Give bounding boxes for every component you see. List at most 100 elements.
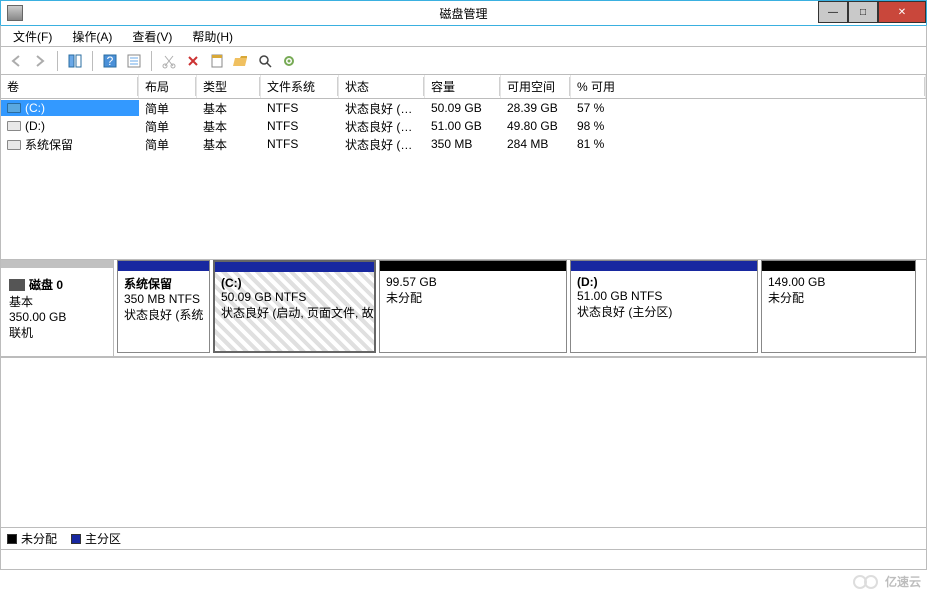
volume-percent: 57 % — [571, 100, 926, 116]
partition-size: 51.00 GB NTFS — [577, 289, 751, 303]
menu-file[interactable]: 文件(F) — [5, 26, 60, 47]
toolbar-separator — [57, 51, 58, 71]
help-button[interactable]: ? — [99, 50, 121, 72]
menu-view[interactable]: 查看(V) — [124, 26, 180, 47]
partition-block[interactable]: 99.57 GB未分配 — [379, 260, 567, 353]
col-type[interactable]: 类型 — [197, 75, 261, 98]
partition-status: 状态良好 (系统 — [124, 306, 203, 323]
volume-list-header: 卷 布局 类型 文件系统 状态 容量 可用空间 % 可用 — [1, 75, 926, 99]
partition-block[interactable]: 149.00 GB未分配 — [761, 260, 916, 353]
menu-action[interactable]: 操作(A) — [64, 26, 120, 47]
toolbar-separator — [92, 51, 93, 71]
legend-unallocated: 未分配 — [7, 530, 57, 547]
legend-primary-label: 主分区 — [85, 530, 121, 547]
volume-list-body[interactable]: (C:)简单基本NTFS状态良好 (…50.09 GB28.39 GB57 %(… — [1, 99, 926, 259]
volume-row[interactable]: 系统保留简单基本NTFS状态良好 (…350 MB284 MB81 % — [1, 135, 926, 153]
props-button[interactable] — [206, 50, 228, 72]
minimize-button[interactable]: — — [818, 1, 848, 23]
disk-state: 联机 — [9, 324, 105, 341]
legend-primary: 主分区 — [71, 530, 121, 547]
partition-status: 未分配 — [386, 289, 560, 306]
drive-icon — [7, 121, 21, 131]
volume-type: 基本 — [197, 117, 261, 136]
volume-row[interactable]: (C:)简单基本NTFS状态良好 (…50.09 GB28.39 GB57 % — [1, 99, 926, 117]
disk-row: 磁盘 0 基本 350.00 GB 联机 系统保留350 MB NTFS状态良好… — [1, 260, 926, 357]
list-icon — [126, 53, 142, 69]
disk-size: 350.00 GB — [9, 310, 105, 324]
volume-capacity: 350 MB — [425, 136, 501, 152]
settings-button[interactable] — [278, 50, 300, 72]
find-button[interactable] — [254, 50, 276, 72]
volume-free: 284 MB — [501, 136, 571, 152]
partition-block[interactable]: 系统保留350 MB NTFS状态良好 (系统 — [117, 260, 210, 353]
swatch-blue-icon — [71, 534, 81, 544]
partition-label: 系统保留 — [124, 275, 203, 292]
view-toggle-button[interactable] — [64, 50, 86, 72]
col-percent[interactable]: % 可用 — [571, 75, 926, 98]
cut-button — [158, 50, 180, 72]
volume-name: (C:) — [25, 101, 45, 115]
disk-type: 基本 — [9, 293, 105, 310]
col-filesystem[interactable]: 文件系统 — [261, 75, 339, 98]
volume-percent: 98 % — [571, 118, 926, 134]
partition-color-bar — [215, 262, 374, 272]
volume-free: 28.39 GB — [501, 100, 571, 116]
partition-size: 50.09 GB NTFS — [221, 290, 368, 304]
arrow-left-icon — [8, 53, 24, 69]
toolbar: ? — [0, 47, 927, 75]
partition-label: (C:) — [221, 276, 368, 290]
partition-color-bar — [571, 261, 757, 271]
open-button[interactable] — [230, 50, 252, 72]
partition-label: (D:) — [577, 275, 751, 289]
panes-icon — [67, 53, 83, 69]
drive-icon — [7, 140, 21, 150]
swatch-black-icon — [7, 534, 17, 544]
col-volume[interactable]: 卷 — [1, 75, 139, 98]
volume-layout: 简单 — [139, 117, 197, 136]
legend-unallocated-label: 未分配 — [21, 530, 57, 547]
partition-block[interactable]: (C:)50.09 GB NTFS状态良好 (启动, 页面文件, 故 — [213, 260, 376, 353]
gear-icon — [281, 53, 297, 69]
window-controls: — □ ✕ — [818, 1, 926, 23]
col-layout[interactable]: 布局 — [139, 75, 197, 98]
volume-row[interactable]: (D:)简单基本NTFS状态良好 (…51.00 GB49.80 GB98 % — [1, 117, 926, 135]
partition-block[interactable]: (D:)51.00 GB NTFS状态良好 (主分区) — [570, 260, 758, 353]
legend-bar: 未分配 主分区 — [0, 528, 927, 550]
drive-icon — [7, 103, 21, 113]
properties-button[interactable] — [123, 50, 145, 72]
maximize-button[interactable]: □ — [848, 1, 878, 23]
forward-button — [29, 50, 51, 72]
watermark: 亿速云 — [851, 572, 921, 590]
volume-type: 基本 — [197, 135, 261, 154]
menu-help[interactable]: 帮助(H) — [184, 26, 241, 47]
volume-capacity: 50.09 GB — [425, 100, 501, 116]
disk-partitions: 系统保留350 MB NTFS状态良好 (系统(C:)50.09 GB NTFS… — [114, 260, 926, 356]
delete-button[interactable] — [182, 50, 204, 72]
col-free[interactable]: 可用空间 — [501, 75, 571, 98]
partition-size: 149.00 GB — [768, 275, 909, 289]
partition-size: 99.57 GB — [386, 275, 560, 289]
volume-filesystem: NTFS — [261, 136, 339, 152]
sheet-icon — [209, 53, 225, 69]
volume-layout: 简单 — [139, 99, 197, 118]
disk-label[interactable]: 磁盘 0 基本 350.00 GB 联机 — [1, 260, 114, 356]
volume-capacity: 51.00 GB — [425, 118, 501, 134]
watermark-text: 亿速云 — [885, 573, 921, 590]
close-button[interactable]: ✕ — [878, 1, 926, 23]
title-bar: 磁盘管理 — □ ✕ — [0, 0, 927, 25]
partition-color-bar — [380, 261, 566, 271]
folder-open-icon — [233, 53, 249, 69]
partition-status: 状态良好 (主分区) — [577, 303, 751, 320]
col-status[interactable]: 状态 — [339, 75, 425, 98]
delete-icon — [185, 53, 201, 69]
volume-name: 系统保留 — [25, 138, 73, 152]
col-capacity[interactable]: 容量 — [425, 75, 501, 98]
disk-icon — [9, 279, 25, 291]
volume-filesystem: NTFS — [261, 118, 339, 134]
partition-color-bar — [762, 261, 915, 271]
arrow-right-icon — [32, 53, 48, 69]
volume-status: 状态良好 (… — [339, 99, 425, 118]
volume-percent: 81 % — [571, 136, 926, 152]
toolbar-separator — [151, 51, 152, 71]
volume-type: 基本 — [197, 99, 261, 118]
